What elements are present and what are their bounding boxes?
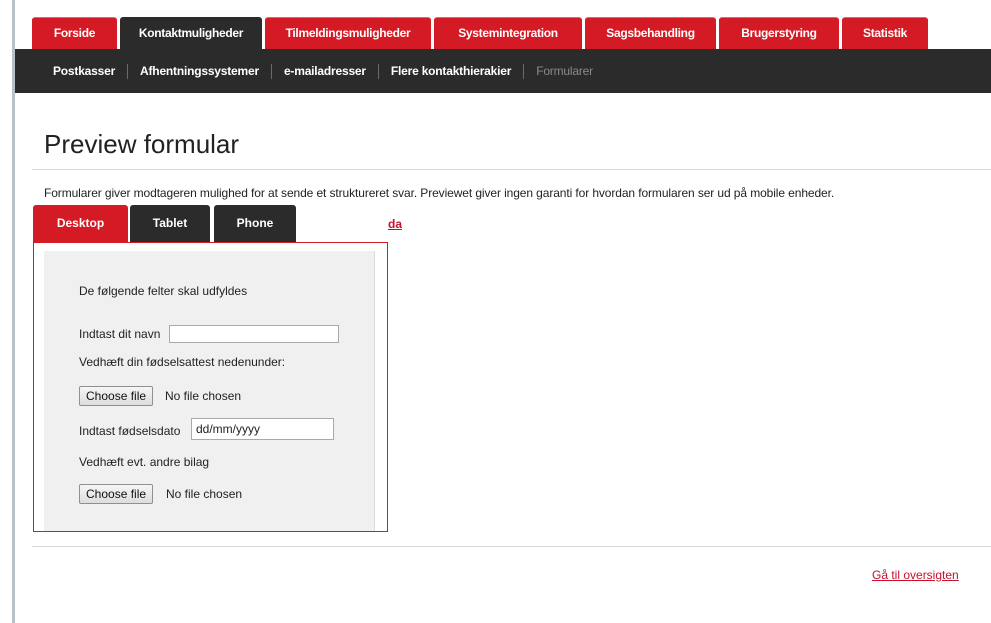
subnav-divider (270, 63, 272, 79)
sub-navigation: Postkasser Afhentningssystemer e-mailadr… (15, 49, 991, 93)
subnav-divider (127, 63, 129, 79)
subnav-e-mailadresser[interactable]: e-mailadresser (284, 64, 366, 78)
form-intro-text: De følgende felter skal udfyldes (79, 284, 248, 298)
tab-desktop[interactable]: Desktop (33, 205, 128, 242)
page-description: Formularer giver modtageren mulighed for… (44, 186, 835, 200)
attachments-file-status: No file chosen (166, 487, 243, 501)
subnav-divider (377, 63, 379, 79)
tab-sagsbehandling[interactable]: Sagsbehandling (585, 17, 716, 49)
subnav-afhentningssystemer[interactable]: Afhentningssystemer (140, 64, 259, 78)
tab-forside[interactable]: Forside (32, 17, 117, 49)
tab-phone[interactable]: Phone (214, 205, 296, 242)
tab-systemintegration[interactable]: Systemintegration (434, 17, 582, 49)
language-link-da[interactable]: da (388, 217, 402, 231)
main-navigation: Forside Kontaktmuligheder Tilmeldingsmul… (32, 17, 931, 49)
name-input[interactable] (169, 325, 339, 343)
birth-certificate-file-button[interactable]: Choose file (79, 386, 154, 406)
birth-certificate-file-status: No file chosen (165, 389, 242, 403)
page-title: Preview formular (44, 129, 240, 159)
bottom-divider (32, 546, 991, 547)
birth-certificate-label: Vedhæft din fødselsattest nedenunder: (79, 355, 286, 369)
name-label: Indtast dit navn (79, 327, 161, 341)
tab-tilmeldingsmuligheder[interactable]: Tilmeldingsmuligheder (265, 17, 431, 49)
left-rail (0, 0, 12, 623)
subnav-flere-kontakthierakier[interactable]: Flere kontakthierakier (391, 64, 512, 78)
title-divider (32, 169, 991, 170)
subnav-formularer[interactable]: Formularer (536, 64, 593, 78)
subnav-divider (523, 63, 525, 79)
tab-kontaktmuligheder[interactable]: Kontaktmuligheder (120, 17, 262, 49)
overview-link[interactable]: Gå til oversigten (872, 568, 959, 582)
subnav-postkasser[interactable]: Postkasser (53, 64, 115, 78)
tab-statistik[interactable]: Statistik (842, 17, 928, 49)
birthdate-input[interactable] (191, 418, 334, 440)
birthdate-label: Indtast fødselsdato (79, 424, 181, 438)
tab-tablet[interactable]: Tablet (130, 205, 210, 242)
left-rail-divider (12, 0, 15, 623)
attachments-label: Vedhæft evt. andre bilag (79, 455, 210, 469)
tab-brugerstyring[interactable]: Brugerstyring (719, 17, 839, 49)
attachments-file-button[interactable]: Choose file (79, 484, 154, 504)
